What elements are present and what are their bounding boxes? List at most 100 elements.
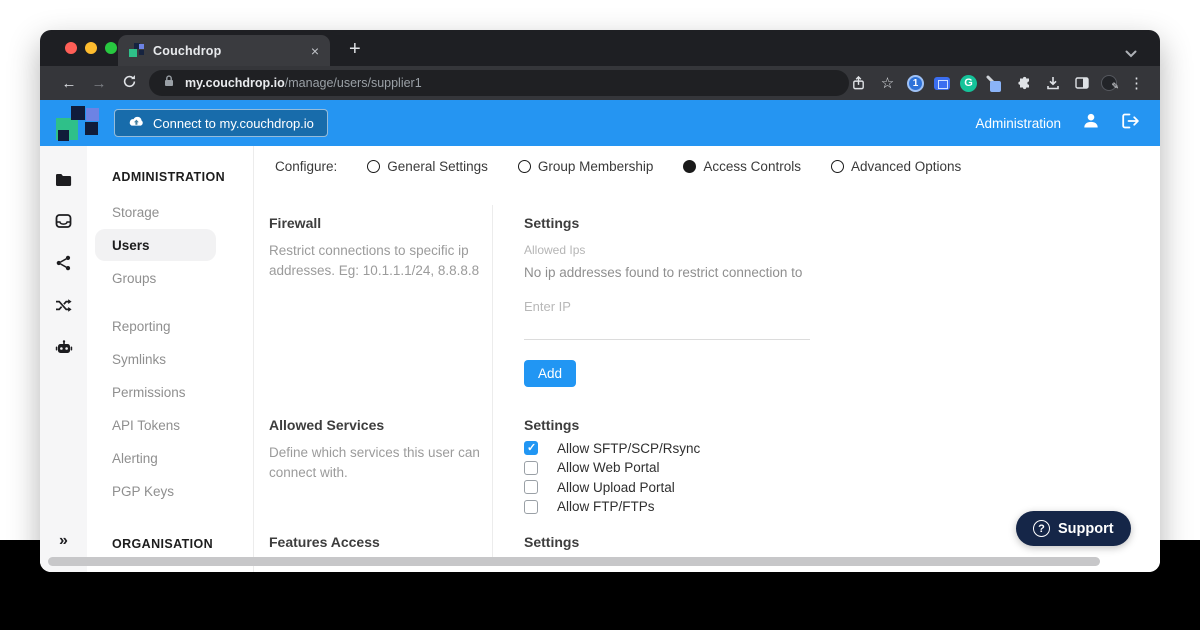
radio-label: Group Membership: [538, 159, 654, 174]
inbox-icon: [55, 213, 72, 229]
color-picker-extension-icon[interactable]: [987, 75, 1004, 92]
icon-rail: »: [40, 146, 87, 572]
sidebar-section-administration: ADMINISTRATION: [112, 170, 253, 184]
sidebar-item[interactable]: Users: [95, 229, 216, 261]
configure-row: Configure: General Settings Group Member…: [275, 159, 1160, 174]
allowed-ips-empty-message: No ip addresses found to restrict connec…: [524, 265, 802, 280]
minimize-window-button[interactable]: [85, 42, 97, 54]
features-settings-title: Settings: [524, 534, 579, 550]
bots-nav-item[interactable]: [55, 326, 73, 368]
sidebar-item[interactable]: Groups: [95, 262, 216, 294]
radio-icon[interactable]: [367, 160, 380, 173]
sidebar-item[interactable]: Symlinks: [95, 343, 216, 375]
checkbox-icon[interactable]: [524, 500, 538, 514]
column-divider: [492, 205, 493, 559]
app-header-right: Administration: [975, 112, 1140, 134]
share-icon[interactable]: [849, 74, 868, 93]
sidebar-item[interactable]: Permissions: [95, 376, 216, 408]
shuffle-icon: [55, 298, 72, 313]
administration-link[interactable]: Administration: [975, 116, 1061, 131]
browser-menu-icon[interactable]: ⋮: [1127, 74, 1146, 93]
firewall-title: Firewall: [269, 215, 481, 231]
url-path: /manage/users/supplier1: [285, 76, 422, 90]
tag-extension-icon[interactable]: [934, 77, 950, 90]
automation-nav-item[interactable]: [55, 284, 72, 326]
browser-toolbar: ← → my.couchdrop.io/manage/users/supplie…: [40, 66, 1160, 100]
sidebar-item[interactable]: PGP Keys: [95, 475, 216, 507]
radio-icon[interactable]: [831, 160, 844, 173]
allowed-services-block: Allowed Services Define which services t…: [269, 417, 481, 484]
fullscreen-window-button[interactable]: [105, 42, 117, 54]
couchdrop-logo[interactable]: [56, 103, 102, 143]
settings-sections: Firewall Restrict connections to specifi…: [269, 205, 1160, 559]
enter-ip-input[interactable]: [524, 295, 810, 340]
inbox-nav-item[interactable]: [55, 200, 72, 242]
sidebar-item[interactable]: Storage: [95, 196, 216, 228]
horizontal-scrollbar[interactable]: [48, 557, 1100, 566]
sidebar-item-label: Groups: [112, 271, 156, 286]
grammarly-extension-icon[interactable]: G: [960, 75, 977, 92]
configure-radio-option[interactable]: General Settings: [367, 159, 488, 174]
sidebar-item-label: Reporting: [112, 319, 171, 334]
checkbox-icon[interactable]: [524, 461, 538, 475]
cloud-upload-icon: [128, 116, 145, 131]
add-ip-button[interactable]: Add: [524, 360, 576, 387]
window-controls: [65, 42, 117, 54]
onepassword-extension-icon[interactable]: 1: [907, 75, 924, 92]
admin-sidebar: ADMINISTRATION Storage Users Groups Repo…: [87, 146, 254, 572]
configure-radio-option[interactable]: Group Membership: [518, 159, 654, 174]
configure-label: Configure:: [275, 159, 337, 174]
sidebar-item-label: PGP Keys: [112, 484, 174, 499]
checkbox-icon[interactable]: [524, 441, 538, 455]
service-checkbox-row[interactable]: Allow Web Portal: [524, 461, 700, 475]
bookmark-star-icon[interactable]: ☆: [878, 74, 897, 93]
service-checkbox-row[interactable]: Allow FTP/FTPs: [524, 500, 700, 514]
checkbox-icon[interactable]: [524, 480, 538, 494]
new-tab-button[interactable]: +: [349, 38, 361, 61]
files-nav-item[interactable]: [55, 158, 72, 200]
browser-tab[interactable]: Couchdrop ×: [118, 35, 330, 66]
tab-strip: Couchdrop × +: [40, 30, 1160, 66]
sidebar-section-organisation: ORGANISATION: [112, 537, 253, 551]
close-window-button[interactable]: [65, 42, 77, 54]
back-icon[interactable]: ←: [54, 75, 84, 92]
radio-label: General Settings: [387, 159, 488, 174]
configure-radio-option[interactable]: Access Controls: [683, 159, 801, 174]
checkbox-label: Allow Upload Portal: [557, 480, 675, 495]
logout-icon[interactable]: [1121, 113, 1140, 134]
side-panel-icon[interactable]: [1072, 74, 1091, 93]
browser-window: Couchdrop × + ← → my.couchdrop.io/manage…: [40, 30, 1160, 572]
firewall-block: Firewall Restrict connections to specifi…: [269, 215, 481, 282]
service-checkbox-row[interactable]: Allow Upload Portal: [524, 480, 700, 494]
checkbox-label: Allow SFTP/SCP/Rsync: [557, 441, 700, 456]
extensions-puzzle-icon[interactable]: [1014, 74, 1033, 93]
sidebar-item[interactable]: Reporting: [95, 310, 216, 342]
folder-icon: [55, 172, 72, 187]
forward-icon[interactable]: →: [84, 75, 114, 92]
sidebar-item[interactable]: Alerting: [95, 442, 216, 474]
configure-radio-option[interactable]: Advanced Options: [831, 159, 961, 174]
tab-title: Couchdrop: [153, 44, 311, 58]
app-header: Connect to my.couchdrop.io Administratio…: [40, 100, 1160, 146]
share-nav-item[interactable]: [56, 242, 71, 284]
downloads-icon[interactable]: [1043, 74, 1062, 93]
robot-icon: [55, 340, 73, 355]
sidebar-item[interactable]: API Tokens: [95, 409, 216, 441]
service-checkbox-row[interactable]: Allow SFTP/SCP/Rsync: [524, 441, 700, 455]
address-bar[interactable]: my.couchdrop.io/manage/users/supplier1: [149, 70, 849, 96]
support-button-label: Support: [1058, 521, 1114, 537]
tab-search-chevron-icon[interactable]: [1125, 45, 1137, 63]
sidebar-item-label: Permissions: [112, 385, 186, 400]
editor-extension-icon[interactable]: [1101, 75, 1117, 91]
user-icon[interactable]: [1082, 112, 1100, 134]
reload-icon[interactable]: [114, 74, 144, 93]
expand-rail-icon[interactable]: »: [40, 532, 87, 550]
support-button[interactable]: ? Support: [1016, 511, 1131, 546]
sidebar-item-label: API Tokens: [112, 418, 180, 433]
close-tab-icon[interactable]: ×: [311, 44, 319, 58]
radio-icon[interactable]: [518, 160, 531, 173]
radio-icon[interactable]: [683, 160, 696, 173]
url-host: my.couchdrop.io: [185, 76, 285, 90]
couchdrop-favicon-icon: [129, 43, 144, 58]
connect-button[interactable]: Connect to my.couchdrop.io: [114, 109, 328, 137]
